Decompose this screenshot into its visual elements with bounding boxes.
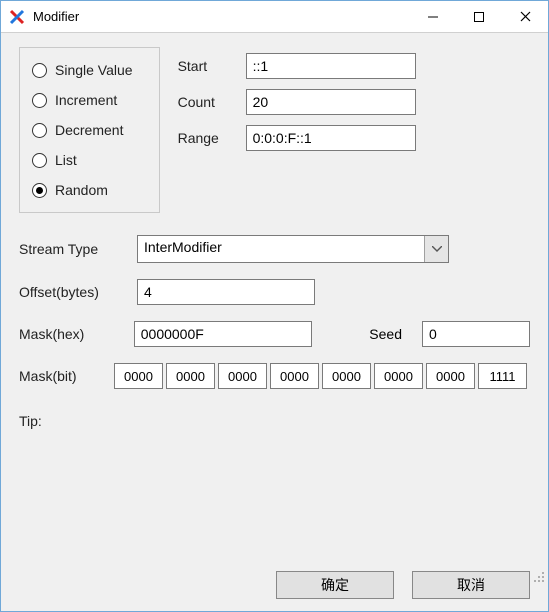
offset-input[interactable] bbox=[137, 279, 315, 305]
range-label: Range bbox=[178, 130, 236, 146]
radio-icon bbox=[32, 183, 47, 198]
modifier-dialog: Modifier Single Value Increment bbox=[0, 0, 549, 612]
seed-label: Seed bbox=[346, 326, 402, 342]
mask-bit-cell[interactable]: 0000 bbox=[166, 363, 215, 389]
stream-type-select[interactable]: InterModifier bbox=[137, 235, 449, 263]
seed-input[interactable] bbox=[422, 321, 530, 347]
close-button[interactable] bbox=[502, 1, 548, 33]
mask-bit-label: Mask(bit) bbox=[19, 368, 104, 384]
radio-icon bbox=[32, 93, 47, 108]
minimize-button[interactable] bbox=[410, 1, 456, 33]
radio-label: List bbox=[55, 152, 77, 168]
radio-icon bbox=[32, 123, 47, 138]
radio-label: Increment bbox=[55, 92, 117, 108]
tip-label: Tip: bbox=[19, 413, 530, 429]
mask-bit-cell[interactable]: 0000 bbox=[322, 363, 371, 389]
mask-bit-cell[interactable]: 0000 bbox=[114, 363, 163, 389]
maximize-button[interactable] bbox=[456, 1, 502, 33]
stream-type-label: Stream Type bbox=[19, 241, 127, 257]
cancel-button[interactable]: 取消 bbox=[412, 571, 530, 599]
button-label: 确定 bbox=[321, 575, 349, 595]
radio-increment[interactable]: Increment bbox=[32, 92, 133, 108]
radio-icon bbox=[32, 63, 47, 78]
dialog-body: Single Value Increment Decrement List Ra… bbox=[1, 33, 548, 611]
mask-bit-cell[interactable]: 0000 bbox=[218, 363, 267, 389]
mask-hex-label: Mask(hex) bbox=[19, 326, 124, 342]
window-title: Modifier bbox=[33, 9, 79, 24]
count-input[interactable] bbox=[246, 89, 416, 115]
mask-bit-cell[interactable]: 0000 bbox=[270, 363, 319, 389]
radio-label: Decrement bbox=[55, 122, 123, 138]
radio-label: Random bbox=[55, 182, 108, 198]
mask-bit-cell[interactable]: 1111 bbox=[478, 363, 527, 389]
radio-decrement[interactable]: Decrement bbox=[32, 122, 133, 138]
start-label: Start bbox=[178, 58, 236, 74]
mask-bit-cell[interactable]: 0000 bbox=[426, 363, 475, 389]
modifier-mode-group: Single Value Increment Decrement List Ra… bbox=[19, 47, 160, 213]
app-icon bbox=[9, 9, 25, 25]
mask-hex-input[interactable] bbox=[134, 321, 312, 347]
count-label: Count bbox=[178, 94, 236, 110]
ok-button[interactable]: 确定 bbox=[276, 571, 394, 599]
titlebar: Modifier bbox=[1, 1, 548, 33]
offset-label: Offset(bytes) bbox=[19, 284, 127, 300]
resize-grip-icon[interactable] bbox=[531, 569, 545, 583]
range-input[interactable] bbox=[246, 125, 416, 151]
radio-single-value[interactable]: Single Value bbox=[32, 62, 133, 78]
start-input[interactable] bbox=[246, 53, 416, 79]
radio-icon bbox=[32, 153, 47, 168]
radio-label: Single Value bbox=[55, 62, 133, 78]
button-label: 取消 bbox=[457, 575, 485, 595]
radio-random[interactable]: Random bbox=[32, 182, 133, 198]
mask-bit-cells: 0000 0000 0000 0000 0000 0000 0000 1111 bbox=[114, 363, 530, 389]
stream-type-value: InterModifier bbox=[138, 236, 424, 262]
chevron-down-icon bbox=[424, 236, 448, 262]
radio-list[interactable]: List bbox=[32, 152, 133, 168]
mask-bit-cell[interactable]: 0000 bbox=[374, 363, 423, 389]
